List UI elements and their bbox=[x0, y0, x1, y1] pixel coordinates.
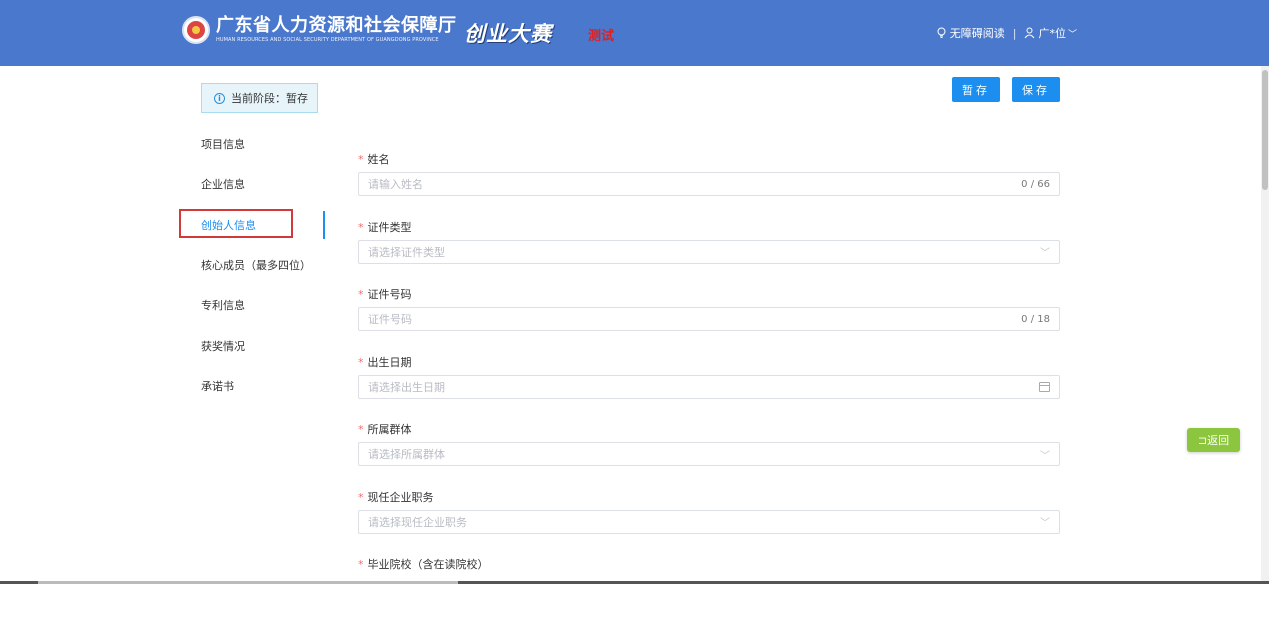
sidebar-item-company[interactable]: 企业信息 bbox=[201, 164, 325, 204]
annotation-highlight-box bbox=[179, 209, 293, 238]
back-button[interactable]: ⊐返回 bbox=[1187, 428, 1240, 452]
org-name-en: HUMAN RESOURCES AND SOCIAL SECURITY DEPA… bbox=[216, 36, 457, 44]
birth-date-field: * 出生日期 请选择出生日期 bbox=[358, 351, 1060, 419]
birth-date-label: 出生日期 bbox=[368, 356, 412, 369]
calendar-icon bbox=[1039, 382, 1050, 392]
emblem-icon bbox=[182, 16, 210, 44]
birth-date-placeholder: 请选择出生日期 bbox=[368, 379, 445, 395]
save-button[interactable]: 保存 bbox=[1012, 77, 1060, 102]
chevron-down-icon: ﹀ bbox=[1040, 514, 1050, 529]
group-placeholder: 请选择所属群体 bbox=[368, 446, 445, 462]
id-number-field: * 证件号码 证件号码 0 / 18 bbox=[358, 283, 1060, 351]
sidebar-item-awards[interactable]: 获奖情况 bbox=[201, 325, 325, 365]
header-divider: | bbox=[1013, 27, 1017, 40]
sidebar-nav: 项目信息 企业信息 创始人信息 核心成员（最多四位） 专利信息 获奖情况 承诺书 bbox=[201, 124, 325, 406]
stage-value: 暂存 bbox=[286, 90, 308, 106]
accessibility-link[interactable]: 无障碍阅读 bbox=[950, 25, 1005, 41]
sidebar-item-label: 项目信息 bbox=[201, 136, 245, 152]
sidebar-item-patents[interactable]: 专利信息 bbox=[201, 285, 325, 325]
header-actions: 无障碍阅读 | 广*位 ﹀ bbox=[936, 25, 1077, 41]
school-field: * 毕业院校（含在读院校） bbox=[358, 553, 1060, 621]
test-tag: 测试 bbox=[588, 25, 614, 44]
top-header: 广东省人力资源和社会保障厅 HUMAN RESOURCES AND SOCIAL… bbox=[0, 0, 1269, 66]
name-placeholder: 请输入姓名 bbox=[368, 176, 423, 192]
stage-status: i 当前阶段： 暂存 bbox=[201, 83, 318, 113]
stage-label: 当前阶段： bbox=[231, 90, 286, 106]
id-number-input[interactable]: 证件号码 0 / 18 bbox=[358, 307, 1060, 331]
position-placeholder: 请选择现任企业职务 bbox=[368, 514, 467, 530]
group-label: 所属群体 bbox=[368, 423, 412, 436]
name-input[interactable]: 请输入姓名 0 / 66 bbox=[358, 172, 1060, 196]
birth-date-picker[interactable]: 请选择出生日期 bbox=[358, 375, 1060, 399]
id-type-placeholder: 请选择证件类型 bbox=[368, 244, 445, 260]
scroll-thumb[interactable] bbox=[1262, 70, 1268, 190]
required-mark: * bbox=[358, 423, 364, 436]
id-type-label: 证件类型 bbox=[368, 221, 412, 234]
chevron-down-icon: ﹀ bbox=[1040, 447, 1050, 462]
char-counter: 0 / 66 bbox=[1021, 179, 1050, 190]
name-field: * 姓名 请输入姓名 0 / 66 bbox=[358, 148, 1060, 216]
user-menu[interactable]: 广*位 bbox=[1038, 25, 1066, 41]
id-type-select[interactable]: 请选择证件类型 ﹀ bbox=[358, 240, 1060, 264]
sidebar-item-label: 核心成员（最多四位） bbox=[201, 257, 311, 273]
user-icon bbox=[1024, 27, 1035, 39]
required-mark: * bbox=[358, 221, 364, 234]
group-select[interactable]: 请选择所属群体 ﹀ bbox=[358, 442, 1060, 466]
required-mark: * bbox=[358, 288, 364, 301]
id-number-label: 证件号码 bbox=[368, 288, 412, 301]
info-icon: i bbox=[214, 93, 225, 104]
name-label: 姓名 bbox=[368, 153, 390, 166]
contest-title: 创业大赛 bbox=[464, 18, 552, 48]
sidebar-item-label: 企业信息 bbox=[201, 176, 245, 192]
char-counter: 0 / 18 bbox=[1021, 314, 1050, 325]
required-mark: * bbox=[358, 491, 364, 504]
sidebar-item-core-members[interactable]: 核心成员（最多四位） bbox=[201, 245, 325, 285]
required-mark: * bbox=[358, 153, 364, 166]
position-select[interactable]: 请选择现任企业职务 ﹀ bbox=[358, 510, 1060, 534]
id-type-field: * 证件类型 请选择证件类型 ﹀ bbox=[358, 216, 1060, 284]
group-field: * 所属群体 请选择所属群体 ﹀ bbox=[358, 418, 1060, 486]
sidebar-item-label: 专利信息 bbox=[201, 297, 245, 313]
founder-form: * 姓名 请输入姓名 0 / 66 * 证件类型 请选择证件类型 ﹀ * 证件号码 证… bbox=[358, 148, 1060, 621]
sidebar-item-label: 承诺书 bbox=[201, 378, 234, 394]
chevron-down-icon: ﹀ bbox=[1040, 244, 1050, 259]
required-mark: * bbox=[358, 356, 364, 369]
temp-save-button[interactable]: 暂存 bbox=[952, 77, 1000, 102]
org-logo[interactable]: 广东省人力资源和社会保障厅 HUMAN RESOURCES AND SOCIAL… bbox=[182, 16, 457, 44]
sidebar-item-commitment[interactable]: 承诺书 bbox=[201, 366, 325, 406]
required-mark: * bbox=[358, 558, 364, 571]
org-name-cn: 广东省人力资源和社会保障厅 bbox=[216, 16, 457, 36]
sidebar-item-label: 获奖情况 bbox=[201, 338, 245, 354]
id-number-placeholder: 证件号码 bbox=[368, 311, 412, 327]
lightbulb-icon bbox=[936, 27, 947, 39]
position-field: * 现任企业职务 请选择现任企业职务 ﹀ bbox=[358, 486, 1060, 554]
sidebar-item-project[interactable]: 项目信息 bbox=[201, 124, 325, 164]
school-label: 毕业院校（含在读院校） bbox=[368, 558, 489, 571]
chevron-down-icon[interactable]: ﹀ bbox=[1068, 27, 1077, 40]
position-label: 现任企业职务 bbox=[368, 491, 434, 504]
